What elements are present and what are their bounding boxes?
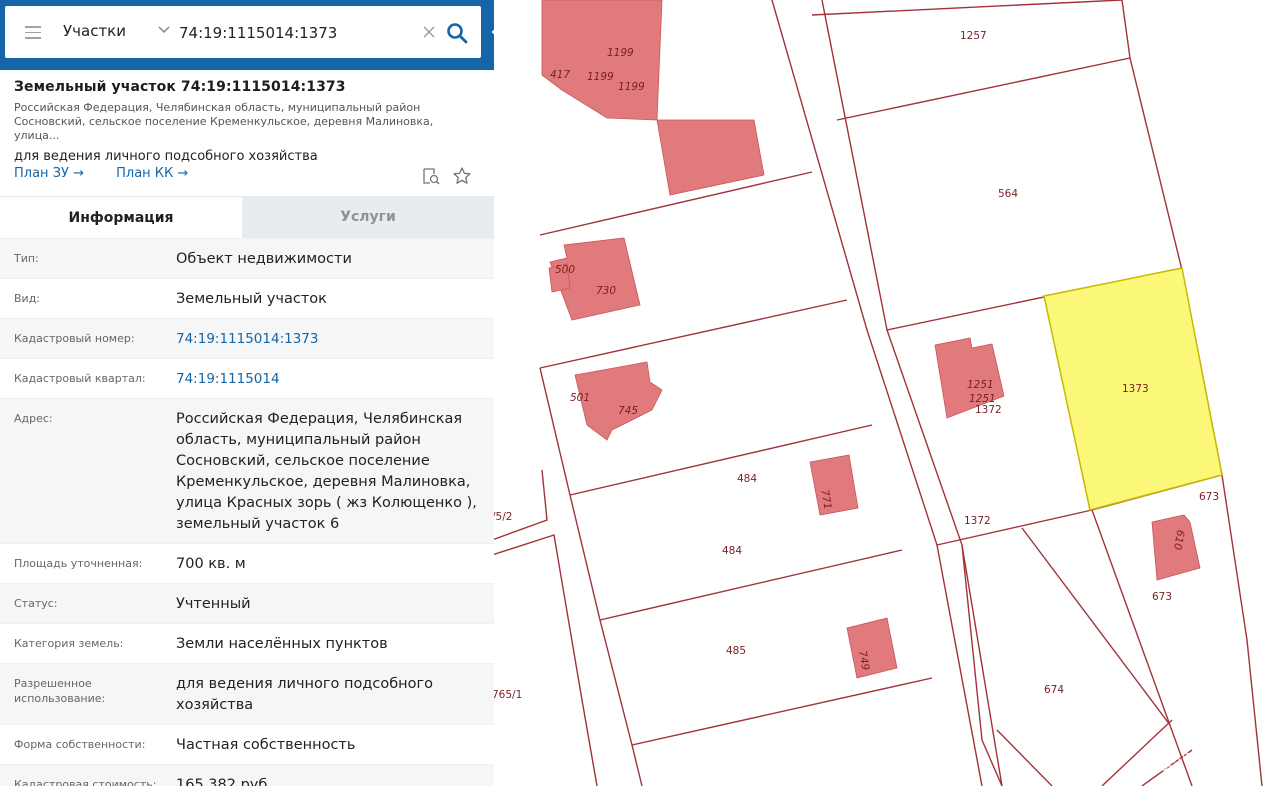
menu-icon[interactable] — [25, 26, 45, 40]
chevron-down-icon[interactable] — [157, 23, 171, 37]
info-value: Частная собственность — [176, 737, 356, 753]
building-label-730: 730 — [596, 285, 616, 297]
parcel-boundary — [492, 469, 548, 541]
info-value: Российская Федерация, Челябинская област… — [176, 411, 477, 532]
info-row: Разрешенное использование: для ведения ли… — [0, 663, 494, 724]
info-key: Вид: — [14, 292, 41, 305]
info-key: Тип: — [14, 252, 39, 265]
info-table: Тип: Объект недвижимости Вид: Земельный уч… — [0, 238, 494, 786]
app-root: 1257 564 1373 1372 1372 673 673 674 484 … — [0, 0, 1280, 786]
building-label-417: 417 — [550, 69, 570, 81]
info-row: Кадастровый квартал: 74:19:1115014 — [0, 358, 494, 398]
parcel-boundary — [811, 0, 1123, 16]
info-row: Форма собственности: Частная собственност… — [0, 724, 494, 764]
tab-info[interactable]: Информация — [0, 196, 242, 238]
building-label-1199-c: 1199 — [618, 81, 645, 93]
info-value: для ведения личного подсобного хозяйства — [176, 676, 433, 713]
plot-label-485: 485 — [726, 645, 746, 657]
info-row: Адрес: Российская Федерация, Челябинская … — [0, 398, 494, 543]
chevron-left-icon — [491, 29, 494, 35]
building-label-745: 745 — [618, 405, 638, 417]
info-row: Кадастровая стоимость: 165 382 руб. — [0, 764, 494, 786]
plot-card-header: Земельный участок 74:19:1115014:1373 Рос… — [0, 70, 494, 164]
search-bar: Участки — [0, 0, 494, 70]
info-row: Вид: Земельный участок — [0, 278, 494, 318]
parcel-boundary — [539, 367, 643, 786]
info-key: Площадь уточненная: — [14, 557, 143, 570]
info-key: Кадастровый квартал: — [14, 372, 146, 385]
plot-purpose: для ведения личного подсобного хозяйства — [14, 149, 318, 164]
plan-links: План ЗУ → План КК → — [14, 166, 216, 181]
zoom-to-plot-icon[interactable] — [421, 166, 441, 186]
info-key: Категория земель: — [14, 637, 124, 650]
plot-label-484-b: 484 — [722, 545, 742, 557]
parcel-boundary — [631, 677, 933, 746]
parcel-boundary — [1221, 474, 1263, 786]
building-label-1199: 1199 — [607, 47, 634, 59]
building-label-500: 500 — [555, 264, 575, 276]
info-row: Площадь уточненная: 700 кв. м — [0, 543, 494, 583]
plot-label-5-2: /5/2 — [492, 511, 512, 523]
plot-title: Земельный участок 74:19:1115014:1373 — [14, 79, 346, 95]
plan-zu-link[interactable]: План ЗУ → — [14, 166, 84, 181]
parcel-boundary — [836, 57, 1131, 121]
cadastral-quarter-link[interactable]: 74:19:1115014 — [176, 359, 494, 398]
layer-select[interactable]: Участки — [63, 22, 126, 40]
parcel-boundary — [599, 549, 903, 621]
building-label-1251-b: 1251 — [969, 393, 996, 405]
map-canvas[interactable]: 1257 564 1373 1372 1372 673 673 674 484 … — [492, 0, 1280, 786]
info-key: Адрес: — [14, 412, 53, 425]
info-row: Категория земель: Земли населённых пункто… — [0, 623, 494, 663]
info-key: Разрешенное использование: — [14, 677, 106, 705]
plot-label-674: 674 — [1044, 684, 1064, 696]
info-value: Объект недвижимости — [176, 251, 352, 267]
info-value: Земли населённых пунктов — [176, 636, 388, 652]
info-value: Земельный участок — [176, 291, 327, 307]
info-key: Статус: — [14, 597, 58, 610]
info-value: 700 кв. м — [176, 556, 246, 572]
plot-label-564: 564 — [998, 188, 1018, 200]
tab-services[interactable]: Услуги — [242, 196, 494, 238]
collapse-panel-button[interactable] — [481, 6, 494, 58]
search-icon[interactable] — [445, 21, 469, 45]
building-1199[interactable] — [541, 0, 765, 196]
info-row: Тип: Объект недвижимости — [0, 238, 494, 278]
info-value: Учтенный — [176, 596, 251, 612]
plot-label-1257: 1257 — [960, 30, 987, 42]
plot-label-673-b: 673 — [1152, 591, 1172, 603]
info-key: Кадастровый номер: — [14, 332, 135, 345]
parcel-boundary — [996, 729, 1053, 786]
plot-label-765-1: 765/1 — [492, 689, 522, 701]
info-row: Кадастровый номер: 74:19:1115014:1373 — [0, 318, 494, 358]
close-icon[interactable] — [421, 24, 437, 40]
plot-address-short: Российская Федерация, Челябинская област… — [14, 101, 434, 142]
plan-kk-link[interactable]: План КК → — [116, 166, 188, 181]
plot-label-1373: 1373 — [1122, 383, 1149, 395]
plot-label-1372-b: 1372 — [964, 515, 991, 527]
plot-label-484: 484 — [737, 473, 757, 485]
parcel-boundary — [492, 534, 598, 786]
plot-label-673: 673 — [1199, 491, 1219, 503]
info-value: 165 382 руб. — [176, 777, 272, 786]
cadastral-number-link[interactable]: 74:19:1115014:1373 — [176, 319, 494, 358]
search-box: Участки — [5, 6, 481, 58]
info-row: Статус: Учтенный — [0, 583, 494, 623]
search-input[interactable] — [179, 20, 409, 46]
building-label-501: 501 — [570, 392, 590, 404]
avito-watermark: Avito — [1160, 743, 1247, 778]
building-label-1251: 1251 — [967, 379, 994, 391]
info-key: Кадастровая стоимость: — [14, 778, 157, 786]
star-icon[interactable] — [452, 166, 472, 186]
info-key: Форма собственности: — [14, 738, 146, 751]
cadastral-map[interactable]: 1257 564 1373 1372 1372 673 673 674 484 … — [492, 0, 1280, 786]
tabs: Информация Услуги — [0, 196, 494, 238]
plot-label-1372: 1372 — [975, 404, 1002, 416]
building-label-1199-b: 1199 — [587, 71, 614, 83]
info-panel: Участки Земельный участок 74:19:1115014:… — [0, 0, 494, 786]
